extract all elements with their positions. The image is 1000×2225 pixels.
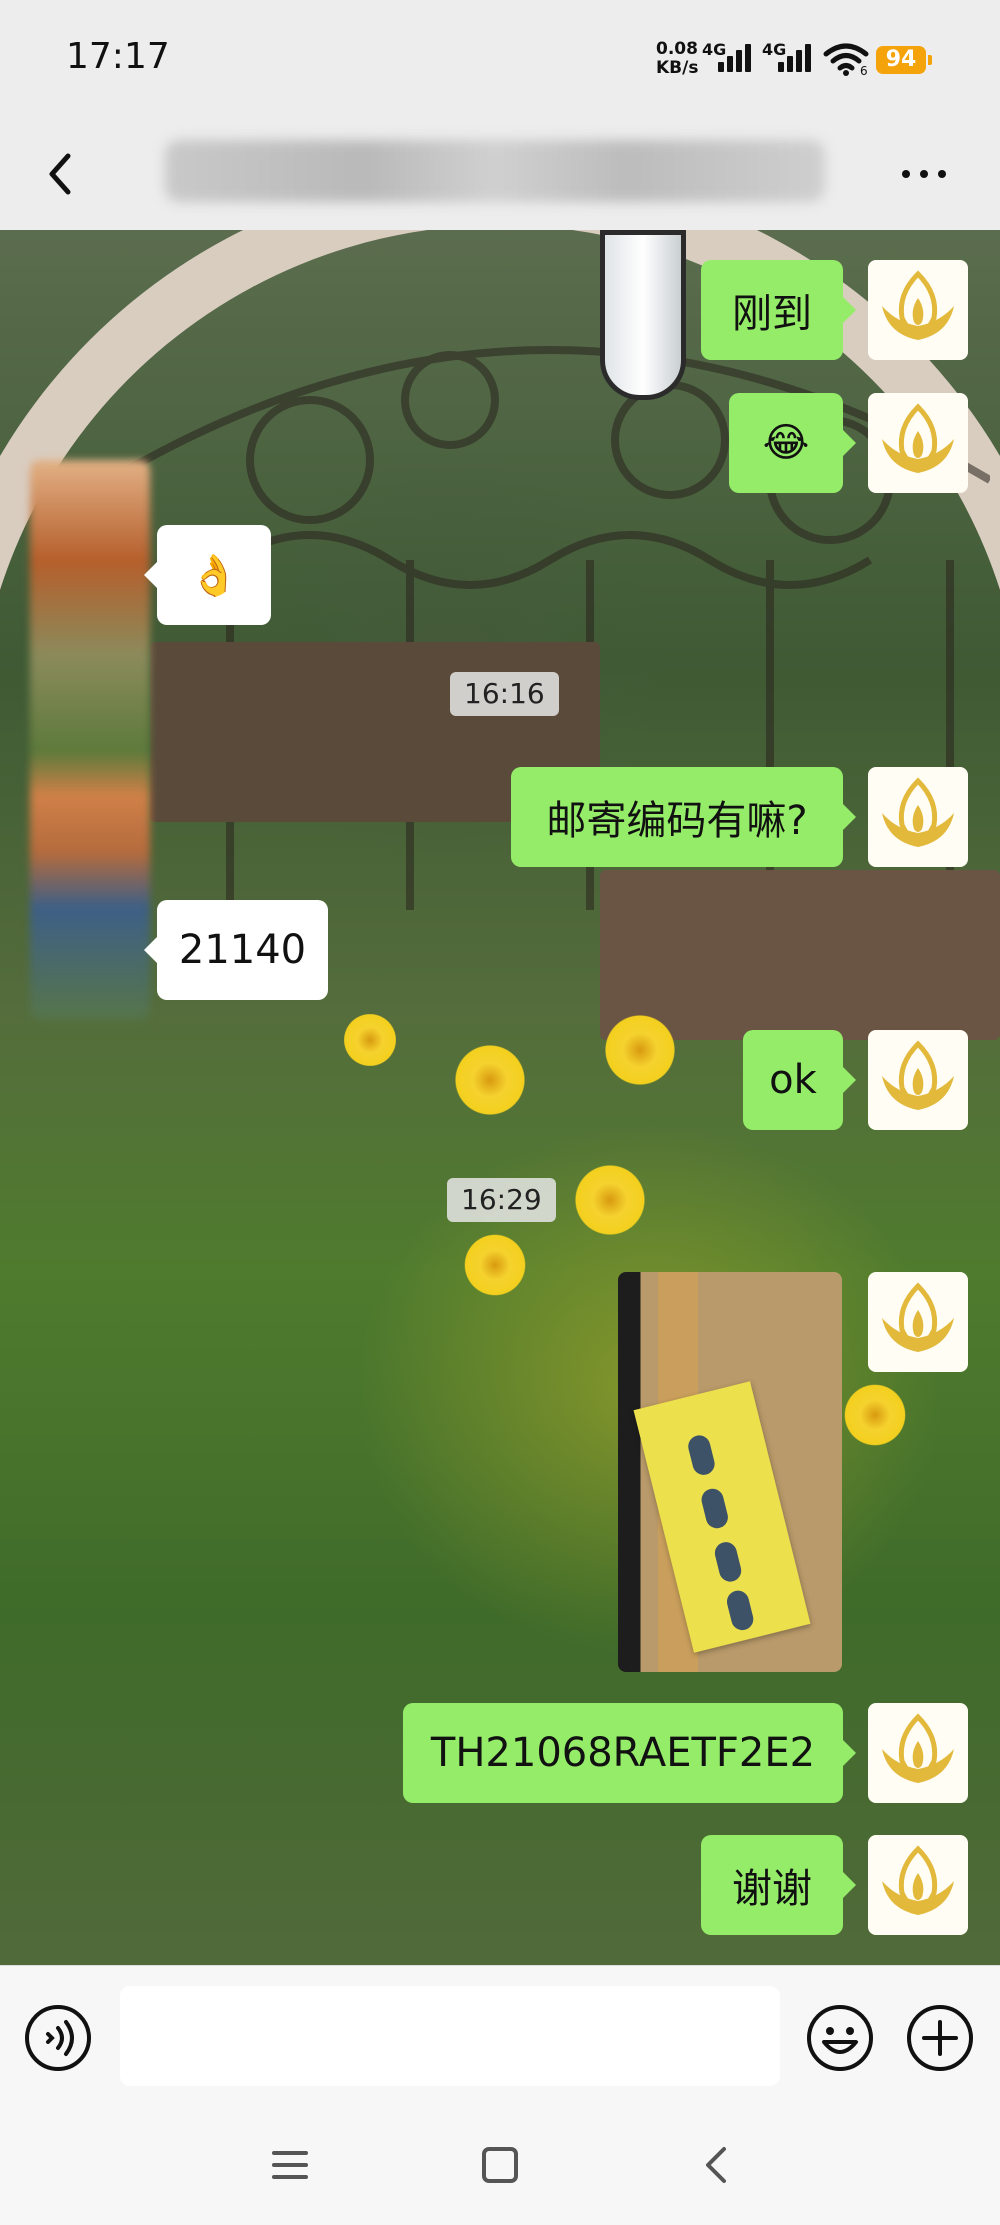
plus-button[interactable] — [906, 2004, 974, 2072]
avatar[interactable] — [868, 767, 968, 867]
message-bubble[interactable]: 邮寄编码有嘛? — [511, 767, 856, 867]
network-speed-value: 0.08 — [656, 39, 698, 59]
more-button[interactable] — [894, 154, 954, 194]
wifi-label: 6 — [860, 64, 868, 76]
avatar[interactable] — [868, 1272, 968, 1372]
message-bubble[interactable]: 👌 — [144, 525, 271, 625]
voice-icon — [25, 2005, 91, 2071]
message-bubble[interactable]: 谢谢 — [701, 1835, 856, 1935]
chat-header — [0, 118, 1000, 230]
message-text: ok — [769, 1057, 817, 1103]
message-input[interactable] — [120, 1986, 780, 2086]
home-square-icon — [482, 2147, 518, 2183]
lotus-icon — [882, 1845, 954, 1915]
blurred-contact-image — [30, 460, 150, 1020]
image-message[interactable] — [618, 1272, 842, 1672]
message-text: 21140 — [178, 927, 307, 973]
avatar[interactable] — [868, 1703, 968, 1803]
system-back-button[interactable] — [696, 2145, 736, 2185]
message-bubble[interactable]: 刚到 — [701, 260, 856, 360]
lotus-icon — [882, 777, 954, 847]
lotus-icon — [882, 1282, 954, 1352]
message-text: 谢谢 — [732, 1866, 812, 1912]
message-emoji: 😂 — [762, 420, 810, 466]
wallpaper-flower — [340, 1010, 400, 1070]
signal-label: 4G — [762, 40, 787, 59]
lotus-icon — [882, 403, 954, 473]
chat-title — [165, 140, 825, 202]
plus-circle-icon — [907, 2005, 973, 2071]
signal-label: 4G — [702, 40, 727, 59]
message-bubble[interactable]: ok — [743, 1030, 856, 1130]
wallpaper-flower — [450, 1040, 530, 1120]
lotus-icon — [882, 270, 954, 340]
network-speed-unit: KB/s — [656, 58, 699, 78]
timestamp: 16:29 — [447, 1178, 556, 1222]
wifi-icon: 6 — [822, 40, 870, 80]
wallpaper-flower — [570, 1160, 650, 1240]
message-bubble[interactable]: TH21068RAETF2E2 — [403, 1703, 856, 1803]
battery-indicator: 94 — [876, 46, 932, 74]
chat-area[interactable]: 刚到 😂 👌 16:16 邮寄编码有嘛? 21140 ok 16:29 TH21… — [0, 230, 1000, 1965]
avatar[interactable] — [868, 260, 968, 360]
ellipsis-icon — [902, 170, 946, 178]
smiley-icon — [807, 2005, 873, 2071]
emoji-button[interactable] — [806, 2004, 874, 2072]
status-time: 17:17 — [66, 36, 170, 77]
timestamp: 16:16 — [450, 672, 559, 716]
message-text: 刚到 — [732, 291, 812, 337]
system-nav-bar — [0, 2105, 1000, 2225]
back-arrow-icon — [706, 2147, 726, 2183]
message-bubble[interactable]: 21140 — [144, 900, 328, 1000]
wallpaper-flower — [460, 1230, 530, 1300]
home-button[interactable] — [480, 2145, 520, 2185]
network-speed: 0.08 KB/s — [656, 40, 698, 78]
wallpaper-lamp — [600, 230, 686, 400]
lotus-icon — [882, 1713, 954, 1783]
back-button[interactable] — [34, 144, 94, 204]
chevron-left-icon — [49, 153, 71, 195]
status-bar: 17:17 0.08 KB/s 4G 4G 6 94 — [0, 0, 1000, 118]
avatar[interactable] — [868, 393, 968, 493]
wallpaper-flower — [600, 1010, 680, 1090]
avatar[interactable] — [868, 1835, 968, 1935]
input-bar — [0, 1965, 1000, 2106]
wallpaper-flower — [840, 1380, 910, 1450]
lotus-icon — [882, 1040, 954, 1110]
message-emoji: 👌 — [189, 552, 239, 599]
message-text: 邮寄编码有嘛? — [546, 798, 808, 844]
avatar[interactable] — [868, 1030, 968, 1130]
menu-icon — [272, 2151, 308, 2179]
voice-button[interactable] — [24, 2004, 92, 2072]
signal-icon: 4G — [702, 40, 760, 76]
message-bubble[interactable]: 😂 — [729, 393, 856, 493]
signal-icon: 4G — [762, 40, 820, 76]
message-text: TH21068RAETF2E2 — [430, 1730, 816, 1776]
recents-button[interactable] — [270, 2145, 310, 2185]
